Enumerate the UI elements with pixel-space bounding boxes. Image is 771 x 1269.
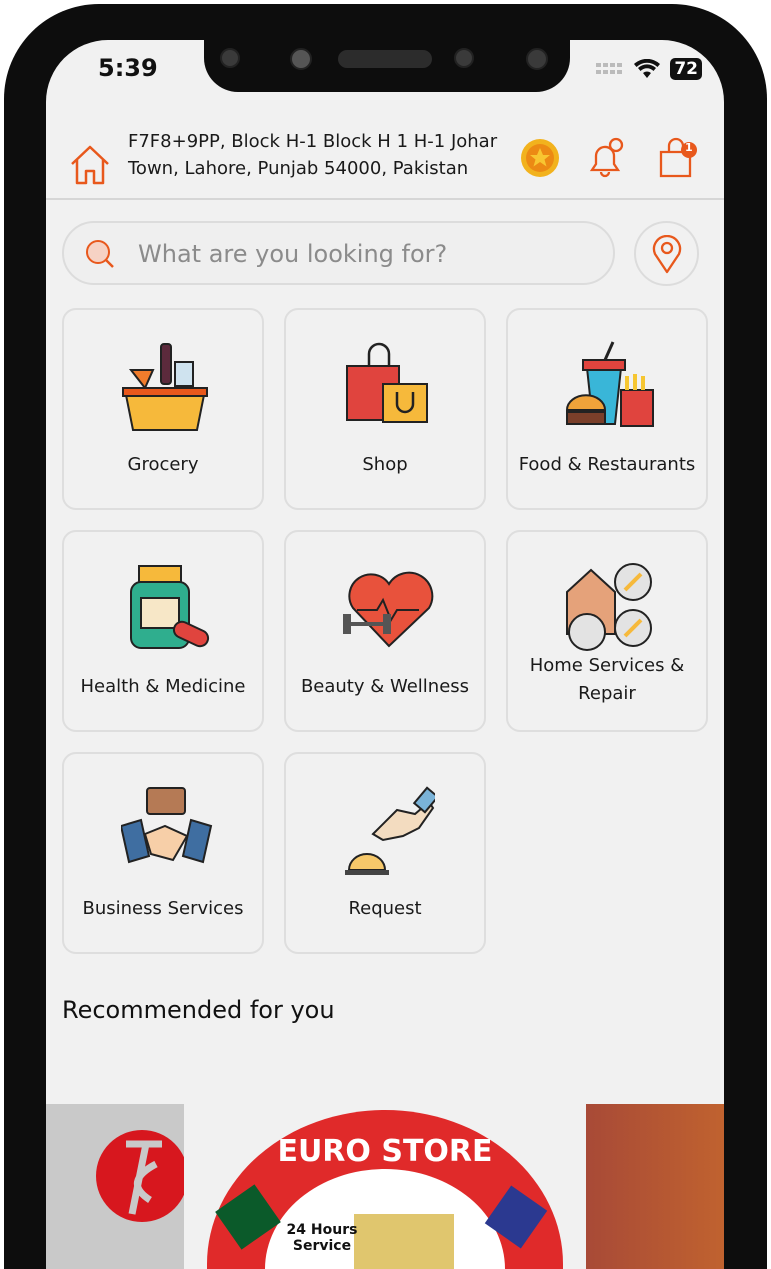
map-pin-icon xyxy=(652,235,682,274)
category-beauty-wellness[interactable]: Beauty & Wellness xyxy=(284,530,486,732)
recommended-banner-js[interactable] xyxy=(46,1104,184,1269)
recommended-banner-euro-store[interactable]: EURO STORE 24 Hours Service xyxy=(204,1104,566,1269)
top-header: F7F8+9PP, Block H-1 Block H 1 H-1 Johar … xyxy=(46,124,724,200)
category-home-services-repair[interactable]: Home Services & Repair xyxy=(506,530,708,732)
delivery-address[interactable]: F7F8+9PP, Block H-1 Block H 1 H-1 Johar … xyxy=(128,128,518,182)
category-health-medicine[interactable]: Health & Medicine xyxy=(62,530,264,732)
wifi-icon xyxy=(634,59,661,78)
category-shop[interactable]: Shop xyxy=(284,308,486,510)
category-label: Business Services xyxy=(82,898,244,919)
category-label: Food & Restaurants xyxy=(518,454,696,475)
medicine-bottle-icon xyxy=(130,565,210,649)
shopping-bag-icon xyxy=(659,137,697,178)
app-screen: 5:39 72 F7F8+9PP, Block H-1 Block H 1 H-… xyxy=(46,40,724,1269)
js-logo-icon xyxy=(96,1130,184,1222)
search-placeholder: What are you looking for? xyxy=(138,240,448,268)
recommended-banner-orange[interactable] xyxy=(586,1104,724,1269)
fast-food-icon xyxy=(565,341,654,427)
category-label: Home Services & Repair xyxy=(529,655,685,704)
category-label: Shop xyxy=(362,454,408,475)
euro-store-subtitle: 24 Hours Service xyxy=(286,1222,358,1254)
category-label: Grocery xyxy=(127,454,199,475)
search-icon xyxy=(86,240,114,268)
category-food-restaurants[interactable]: Food & Restaurants xyxy=(506,308,708,510)
handshake-icon xyxy=(121,787,213,864)
category-label: Beauty & Wellness xyxy=(300,676,470,697)
category-request[interactable]: Request xyxy=(284,752,486,954)
service-bell-hand-icon xyxy=(345,786,435,875)
battery-level: 72 xyxy=(670,58,702,80)
category-grocery[interactable]: Grocery xyxy=(62,308,264,510)
camera-notch xyxy=(204,40,570,92)
euro-store-title: EURO STORE xyxy=(277,1134,493,1169)
home-icon[interactable] xyxy=(68,144,112,186)
grocery-basket-icon xyxy=(122,343,208,431)
category-business-services[interactable]: Business Services xyxy=(62,752,264,954)
rewards-coin-icon[interactable] xyxy=(520,138,560,178)
recommended-heading: Recommended for you xyxy=(62,996,335,1024)
heart-dumbbell-icon xyxy=(343,571,434,648)
status-time: 5:39 xyxy=(98,54,158,82)
shopping-bags-icon xyxy=(346,342,428,423)
cart-badge-count: 1 xyxy=(685,141,693,154)
search-input[interactable]: What are you looking for? xyxy=(62,221,615,285)
notification-bell-icon[interactable] xyxy=(586,136,626,180)
euro-store-logo xyxy=(207,1110,563,1269)
signal-icon xyxy=(596,63,623,74)
home-repair-icon xyxy=(566,563,652,651)
status-icons: 72 xyxy=(596,58,702,80)
category-label: Request xyxy=(348,898,422,919)
cart-button[interactable]: 1 xyxy=(658,136,700,184)
location-button[interactable] xyxy=(634,221,699,286)
category-label: Health & Medicine xyxy=(80,676,246,697)
